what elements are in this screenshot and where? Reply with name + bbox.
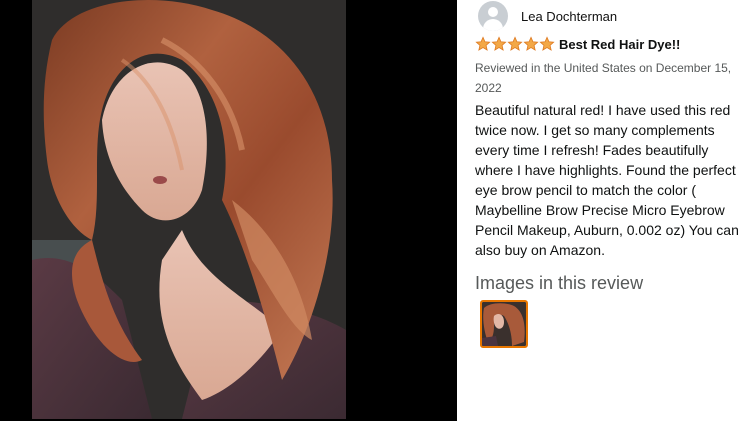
hair-photo-image: [32, 0, 346, 419]
review-panel: Lea Dochterman Best Red Hair Dye!! Revie…: [474, 0, 744, 421]
star-filled-icon: [539, 36, 555, 51]
images-section-heading: Images in this review: [475, 273, 644, 293]
image-viewer: [0, 0, 457, 421]
reviewer-name[interactable]: Lea Dochterman: [521, 9, 617, 24]
thumbnail-image: [482, 302, 526, 346]
star-filled-icon: [507, 36, 523, 51]
avatar-icon[interactable]: [478, 1, 508, 31]
reviewer-profile[interactable]: Lea Dochterman: [478, 1, 617, 31]
review-text: Beautiful natural red! I have used this …: [475, 102, 739, 258]
rating-row: Best Red Hair Dye!!: [475, 36, 680, 52]
star-filled-icon: [475, 36, 491, 51]
star-filled-icon: [491, 36, 507, 51]
star-rating[interactable]: [475, 36, 555, 52]
review-photo-large[interactable]: [32, 0, 346, 419]
review-title[interactable]: Best Red Hair Dye!!: [559, 37, 680, 52]
review-image-thumbnail[interactable]: [480, 300, 528, 348]
star-filled-icon: [523, 36, 539, 51]
review-date: Reviewed in the United States on Decembe…: [475, 61, 732, 95]
